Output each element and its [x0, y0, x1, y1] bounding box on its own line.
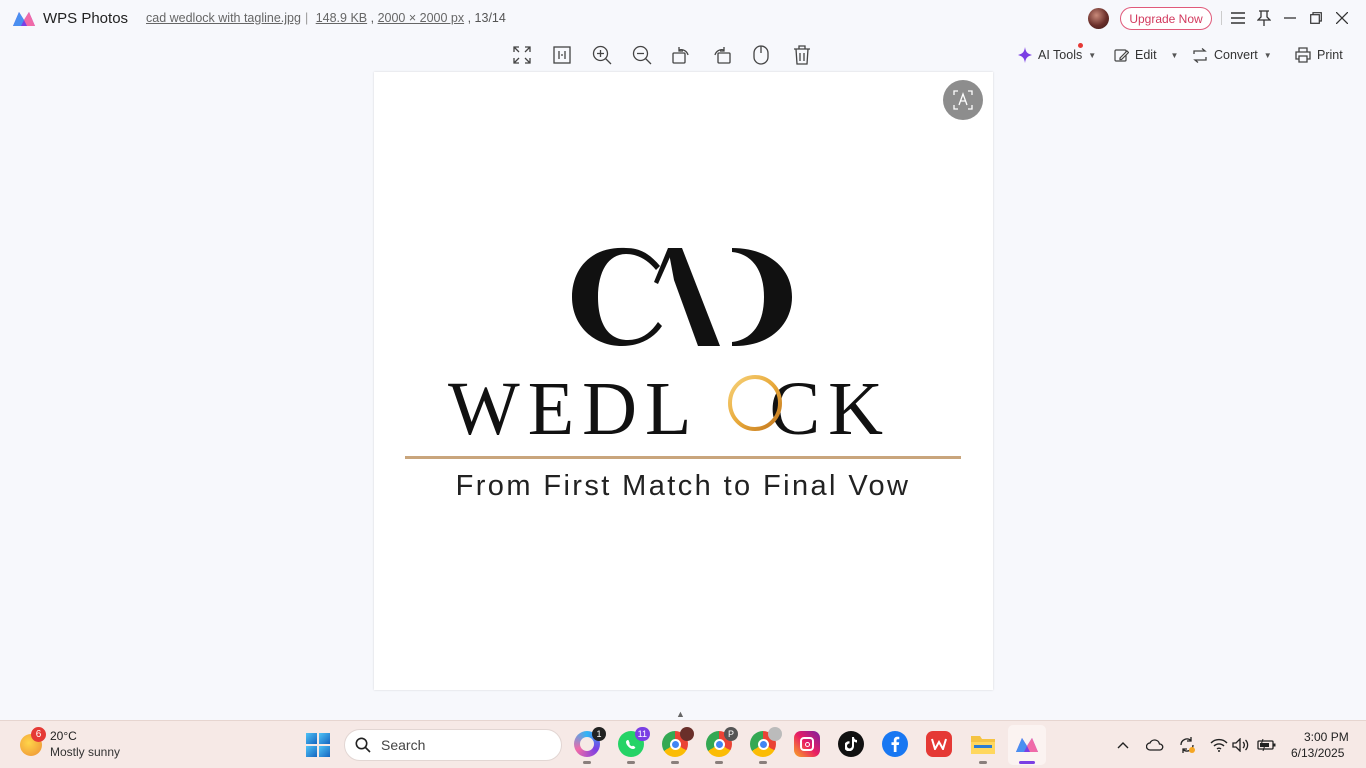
active-indicator	[1019, 761, 1035, 764]
copilot-app-icon[interactable]: 1	[574, 727, 606, 757]
convert-button[interactable]: Convert ▼	[1192, 44, 1272, 66]
text-recognition-icon	[953, 90, 973, 110]
zoom-out-icon[interactable]	[631, 44, 653, 66]
print-button[interactable]: Print	[1295, 44, 1343, 66]
search-input[interactable]	[381, 737, 531, 753]
instagram-app-icon[interactable]	[794, 731, 820, 757]
wps-photos-logo-icon	[13, 12, 35, 26]
delete-icon[interactable]	[791, 44, 813, 66]
ai-tools-label: AI Tools	[1038, 48, 1083, 62]
gold-divider-line	[405, 456, 961, 459]
chevron-down-icon: ▼	[1088, 50, 1097, 60]
wps-office-app-icon[interactable]	[926, 731, 952, 757]
clock-date[interactable]: 6/13/2025	[1291, 746, 1344, 760]
wordmark-left: WEDL	[448, 367, 700, 451]
upgrade-now-button[interactable]: Upgrade Now	[1120, 7, 1212, 30]
ocr-text-recognition-button[interactable]	[943, 80, 983, 120]
chevron-down-icon: ▼	[1170, 50, 1179, 60]
pin-icon[interactable]	[1255, 9, 1273, 27]
menu-icon[interactable]	[1229, 9, 1247, 27]
chevron-up-icon[interactable]	[1113, 735, 1133, 755]
image-canvas[interactable]: WEDL CK From First Match to Final Vow	[374, 72, 993, 690]
close-icon[interactable]	[1333, 9, 1351, 27]
taskbar: 6 20°C Mostly sunny 1 11 P	[0, 720, 1366, 768]
collapse-filmstrip-icon[interactable]: ▲	[676, 709, 685, 719]
user-avatar[interactable]	[1088, 8, 1109, 29]
rotate-left-icon[interactable]	[670, 44, 692, 66]
print-label: Print	[1317, 48, 1343, 62]
image-dimensions: 2000 × 2000 px	[377, 11, 465, 25]
chrome-app-icon[interactable]	[750, 727, 782, 757]
printer-icon	[1295, 47, 1311, 63]
file-size: 148.9 KB	[315, 11, 368, 25]
image-position: 13/14	[474, 11, 506, 25]
weather-temp[interactable]: 20°C	[50, 729, 77, 743]
whatsapp-app-icon[interactable]: 11	[618, 727, 650, 757]
start-button[interactable]	[306, 733, 330, 757]
ai-tools-button[interactable]: AI Tools ▼	[1018, 44, 1096, 66]
chevron-down-icon: ▼	[1263, 50, 1272, 60]
chrome-profile-badge: P	[724, 727, 738, 741]
sparkle-icon	[1018, 47, 1032, 63]
title-bar: WPS Photos cad wedlock with tagline.jpg |…	[0, 0, 1366, 36]
copilot-badge: 1	[592, 727, 606, 741]
weather-badge: 6	[31, 727, 46, 742]
chrome-app-icon[interactable]: P	[706, 727, 738, 757]
running-indicator	[979, 761, 987, 764]
file-explorer-app-icon[interactable]	[970, 731, 996, 757]
weather-desc[interactable]: Mostly sunny	[50, 745, 120, 759]
wps-photos-app-icon[interactable]	[1014, 731, 1040, 757]
convert-icon	[1193, 47, 1207, 63]
whatsapp-badge: 11	[634, 727, 650, 741]
edit-image-icon	[1114, 48, 1129, 62]
search-icon	[355, 737, 371, 753]
battery-icon[interactable]	[1257, 735, 1277, 755]
fullscreen-icon[interactable]	[511, 44, 533, 66]
chrome-profile-badge	[680, 727, 694, 741]
convert-label: Convert	[1214, 48, 1258, 62]
notification-dot	[1078, 43, 1083, 48]
running-indicator	[671, 761, 679, 764]
zoom-in-icon[interactable]	[591, 44, 613, 66]
clock-time[interactable]: 3:00 PM	[1304, 730, 1349, 744]
gold-ring-icon	[728, 375, 782, 431]
restore-icon[interactable]	[1307, 9, 1325, 27]
fit-size-icon[interactable]	[551, 44, 573, 66]
file-info: cad wedlock with tagline.jpg | 148.9 KB ,…	[146, 11, 506, 25]
running-indicator	[715, 761, 723, 764]
taskbar-search[interactable]	[344, 729, 562, 761]
minimize-icon[interactable]	[1281, 9, 1299, 27]
wifi-icon[interactable]	[1209, 735, 1229, 755]
cad-monogram-logo	[572, 247, 792, 346]
tiktok-app-icon[interactable]	[838, 731, 864, 757]
tagline: From First Match to Final Vow	[455, 470, 911, 502]
onedrive-icon[interactable]	[1145, 735, 1165, 755]
chrome-app-icon[interactable]	[662, 727, 694, 757]
running-indicator	[583, 761, 591, 764]
edit-label: Edit	[1135, 48, 1157, 62]
chrome-profile-badge	[768, 727, 782, 741]
app-name: WPS Photos	[43, 10, 129, 27]
sync-icon[interactable]	[1177, 735, 1197, 755]
edit-button[interactable]: Edit ▼	[1114, 44, 1178, 66]
facebook-app-icon[interactable]	[882, 731, 908, 757]
wordmark-right: CK	[769, 367, 892, 451]
file-name[interactable]: cad wedlock with tagline.jpg	[146, 11, 301, 25]
running-indicator	[627, 761, 635, 764]
running-indicator	[759, 761, 767, 764]
wedlock-wordmark: WEDL CK	[448, 366, 918, 453]
pan-icon[interactable]	[750, 44, 772, 66]
rotate-right-icon[interactable]	[711, 44, 733, 66]
volume-icon[interactable]	[1231, 735, 1251, 755]
divider	[1221, 11, 1222, 25]
